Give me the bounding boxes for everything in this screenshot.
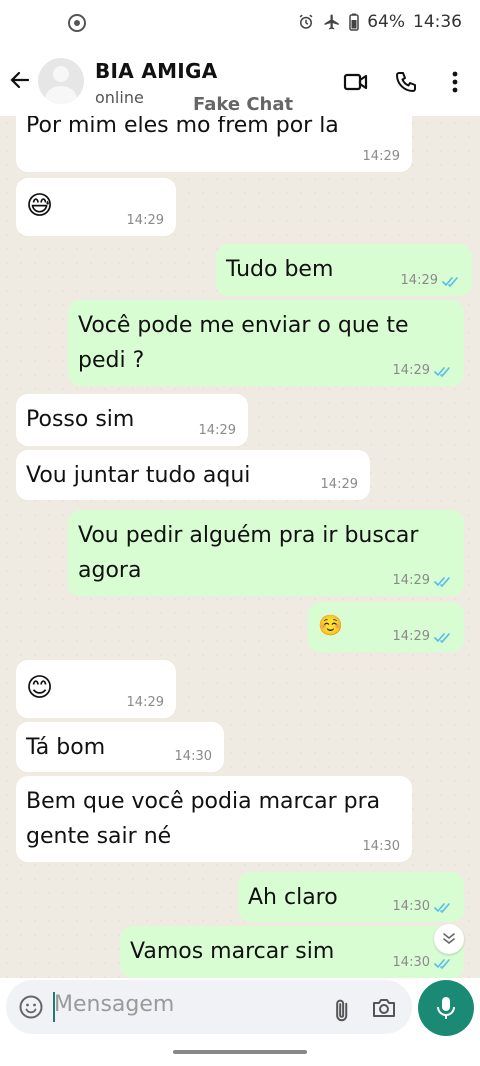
message-bubble[interactable]: Bem que você podia marcar pra gente sair… (16, 776, 412, 862)
message-bubble[interactable]: Vou pedir alguém pra ir buscar agora 14:… (68, 510, 464, 596)
message-bubble[interactable]: Vou juntar tudo aqui 14:29 (16, 450, 370, 500)
message-text: Vou juntar tudo aqui (26, 463, 251, 488)
message-bubble[interactable]: 😊 14:29 (16, 660, 176, 718)
arrow-left-icon (10, 71, 30, 89)
double-check-icon (434, 576, 450, 587)
message-input[interactable]: Mensagem (54, 992, 174, 1017)
message-input-box[interactable]: Mensagem (6, 980, 412, 1034)
message-text: Por mim eles mo frem por la (26, 116, 339, 138)
double-check-icon (434, 366, 450, 377)
message-bubble[interactable]: 😅 14:29 (16, 178, 176, 236)
message-time: 14:29 (392, 363, 430, 378)
message-bubble[interactable]: Você pode me enviar o que te pedi ? 14:2… (68, 300, 464, 386)
battery-percent: 64% (367, 12, 405, 32)
more-options-button[interactable] (441, 68, 469, 96)
emoji-icon[interactable] (18, 994, 44, 1020)
message-meta: 14:30 (393, 956, 452, 970)
message-bubble[interactable]: ☺️ 14:29 (308, 602, 464, 652)
double-check-icon (434, 902, 450, 913)
message-text: Vou pedir alguém pra ir buscar (78, 523, 419, 548)
message-time: 14:30 (362, 839, 400, 854)
message-time: 14:30 (174, 749, 212, 764)
message-bubble[interactable]: Vamos marcar sim 14:30 (120, 926, 464, 978)
message-time: 14:29 (392, 629, 430, 644)
message-time: 14:29 (392, 573, 430, 588)
message-bubble[interactable]: Tudo bem 14:29 (216, 244, 472, 296)
avatar[interactable] (38, 58, 84, 104)
location-dot-icon (68, 14, 86, 32)
alarm-icon (299, 14, 313, 29)
message-time: 14:29 (126, 695, 164, 710)
status-bar: 64% 14:36 (0, 0, 480, 46)
message-meta: 14:30 (393, 900, 452, 914)
contact-status: online (95, 88, 144, 107)
message-bubble[interactable]: Por mim eles mo frem por la 14:29 (16, 116, 412, 172)
message-text: Você pode me enviar o que te (78, 313, 409, 338)
message-bubble[interactable]: Ah claro 14:30 (238, 872, 464, 922)
message-text-line2: gente sair né (26, 824, 172, 849)
battery-icon (349, 13, 359, 31)
home-indicator[interactable] (173, 1050, 307, 1054)
back-button[interactable] (6, 66, 34, 94)
clock: 14:36 (413, 12, 462, 32)
chat-area[interactable]: Por mim eles mo frem por la 14:29 😅 14:2… (0, 116, 480, 978)
message-meta: 14:29 (393, 630, 452, 644)
double-check-icon (434, 958, 450, 969)
watermark: Fake Chat (193, 94, 294, 115)
message-time: 14:30 (392, 955, 430, 970)
double-check-icon (434, 632, 450, 643)
message-meta: 14:29 (393, 364, 452, 378)
contact-name[interactable]: BIA AMIGA (95, 59, 218, 83)
compose-bar: Mensagem (0, 978, 480, 1038)
message-text: Bem que você podia marcar pra (26, 789, 381, 814)
more-vert-icon (452, 71, 458, 93)
message-time: 14:29 (126, 213, 164, 228)
chat-header: BIA AMIGA online Fake Chat (0, 46, 480, 116)
message-time: 14:29 (362, 149, 400, 164)
phone-icon (396, 72, 416, 92)
camera-icon[interactable] (370, 994, 398, 1022)
video-call-button[interactable] (342, 68, 370, 96)
voice-message-button[interactable] (418, 980, 474, 1036)
message-meta: 14:29 (393, 574, 452, 588)
message-time: 14:29 (320, 477, 358, 492)
video-call-icon (343, 73, 368, 91)
system-nav-bar (0, 1038, 480, 1066)
status-right: 64% 14:36 (297, 12, 462, 32)
double-check-icon (442, 276, 458, 287)
message-time: 14:30 (392, 899, 430, 914)
voice-call-button[interactable] (392, 68, 420, 96)
microphone-icon (437, 997, 455, 1019)
scroll-to-bottom-button[interactable] (434, 924, 464, 954)
message-meta: 14:29 (401, 274, 460, 288)
message-time: 14:29 (198, 423, 236, 438)
message-bubble[interactable]: Posso sim 14:29 (16, 394, 248, 446)
double-chevron-down-icon (443, 933, 455, 945)
airplane-icon (324, 14, 339, 30)
paperclip-icon[interactable] (328, 994, 356, 1022)
message-time: 14:29 (400, 273, 438, 288)
message-bubble[interactable]: Tá bom 14:30 (16, 722, 224, 772)
